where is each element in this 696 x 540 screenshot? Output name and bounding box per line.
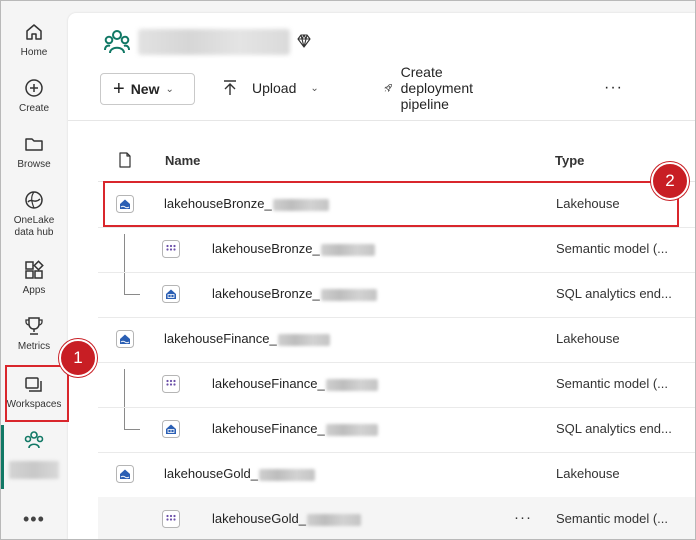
annotation-box-2 xyxy=(103,181,679,227)
table-row[interactable]: lakehouseBronze_ SQL analytics end... xyxy=(98,272,695,318)
chevron-down-icon: ⌄ xyxy=(165,83,174,95)
table-row[interactable]: lakehouseGold_ ··· Semantic model (... xyxy=(98,497,695,539)
item-type: Lakehouse xyxy=(556,331,620,346)
nav-create[interactable]: Create xyxy=(1,77,67,115)
item-type: Semantic model (... xyxy=(556,511,668,526)
left-nav-rail: Home Create Browse OneLake data hub Apps… xyxy=(1,1,67,539)
nav-metrics[interactable]: Metrics xyxy=(1,315,67,353)
nav-home[interactable]: Home xyxy=(1,21,67,59)
upload-button[interactable]: Upload ⌄ xyxy=(222,73,319,103)
nav-onelake-label2: data hub xyxy=(14,227,54,238)
semantic-model-icon xyxy=(162,375,180,393)
item-name[interactable]: lakehouseBronze_ xyxy=(212,241,375,256)
item-type: SQL analytics end... xyxy=(556,421,672,436)
item-name[interactable]: lakehouseFinance_ xyxy=(164,331,330,346)
apps-icon xyxy=(25,260,44,279)
nav-current-workspace[interactable] xyxy=(1,429,67,455)
toolbar-more-button[interactable]: ··· xyxy=(604,73,623,103)
item-type: SQL analytics end... xyxy=(556,286,672,301)
trophy-icon xyxy=(25,317,43,335)
nav-browse[interactable]: Browse xyxy=(1,133,67,171)
annotation-badge-1: 1 xyxy=(59,339,97,377)
nav-apps[interactable]: Apps xyxy=(1,259,67,297)
upload-label: Upload xyxy=(252,80,297,96)
workspace-title-redacted xyxy=(138,29,290,55)
nav-browse-label: Browse xyxy=(17,159,51,170)
column-header-type[interactable]: Type xyxy=(555,153,584,168)
nav-onelake-label: OneLake xyxy=(13,215,55,226)
workspace-name-redacted xyxy=(9,461,59,479)
item-name[interactable]: lakehouseFinance_ xyxy=(212,376,378,391)
workspace-content: + New ⌄ Upload ⌄ Create deployment pipel… xyxy=(68,13,695,539)
workspace-header-icon xyxy=(104,30,130,54)
annotation-box-1 xyxy=(5,365,69,422)
table-row[interactable]: lakehouseBronze_ Semantic model (... xyxy=(98,227,695,273)
folder-icon xyxy=(25,138,43,151)
item-type: Semantic model (... xyxy=(556,376,668,391)
onelake-icon xyxy=(25,191,43,209)
app-window: Home Create Browse OneLake data hub Apps… xyxy=(0,0,696,540)
item-name[interactable]: lakehouseGold_ xyxy=(164,466,315,481)
item-type: Lakehouse xyxy=(556,466,620,481)
nav-create-label: Create xyxy=(18,103,49,114)
row-more-button[interactable]: ··· xyxy=(514,509,532,526)
item-name[interactable]: lakehouseFinance_ xyxy=(212,421,378,436)
plus-icon: + xyxy=(113,78,125,100)
lakehouse-icon xyxy=(116,330,134,348)
table-row[interactable]: lakehouseFinance_ Semantic model (... xyxy=(98,362,695,408)
premium-diamond-icon xyxy=(297,34,311,48)
nav-metrics-label: Metrics xyxy=(17,341,51,352)
rocket-icon xyxy=(384,84,392,93)
sql-endpoint-icon xyxy=(162,285,180,303)
item-type: Semantic model (... xyxy=(556,241,668,256)
annotation-badge-2: 2 xyxy=(651,162,689,200)
table-row[interactable]: lakehouseFinance_ Lakehouse xyxy=(98,317,695,363)
chevron-down-icon: ⌄ xyxy=(310,82,319,94)
nav-apps-label: Apps xyxy=(22,285,46,296)
new-button-label: New xyxy=(130,81,160,97)
file-type-icon xyxy=(119,152,131,168)
item-name[interactable]: lakehouseBronze_ xyxy=(212,286,377,301)
sql-endpoint-icon xyxy=(162,420,180,438)
divider xyxy=(68,120,695,121)
semantic-model-icon xyxy=(162,240,180,258)
semantic-model-icon xyxy=(162,510,180,528)
nav-home-label: Home xyxy=(20,47,48,58)
workspace-people-icon xyxy=(24,431,44,449)
lakehouse-icon xyxy=(116,465,134,483)
plus-circle-icon xyxy=(25,79,43,97)
table-row[interactable]: lakehouseFinance_ SQL analytics end... xyxy=(98,407,695,453)
more-icon[interactable]: ••• xyxy=(23,509,45,530)
nav-onelake[interactable]: OneLake data hub xyxy=(1,189,67,239)
item-name[interactable]: lakehouseGold_ xyxy=(212,511,361,526)
new-button[interactable]: + New ⌄ xyxy=(100,73,195,105)
home-icon xyxy=(26,24,42,40)
table-row[interactable]: lakehouseGold_ Lakehouse xyxy=(98,452,695,498)
deploy-label: Create deployment pipeline xyxy=(400,64,474,112)
create-deployment-pipeline-button[interactable]: Create deployment pipeline xyxy=(384,64,482,112)
column-header-name[interactable]: Name xyxy=(165,153,200,168)
upload-icon xyxy=(224,80,236,95)
